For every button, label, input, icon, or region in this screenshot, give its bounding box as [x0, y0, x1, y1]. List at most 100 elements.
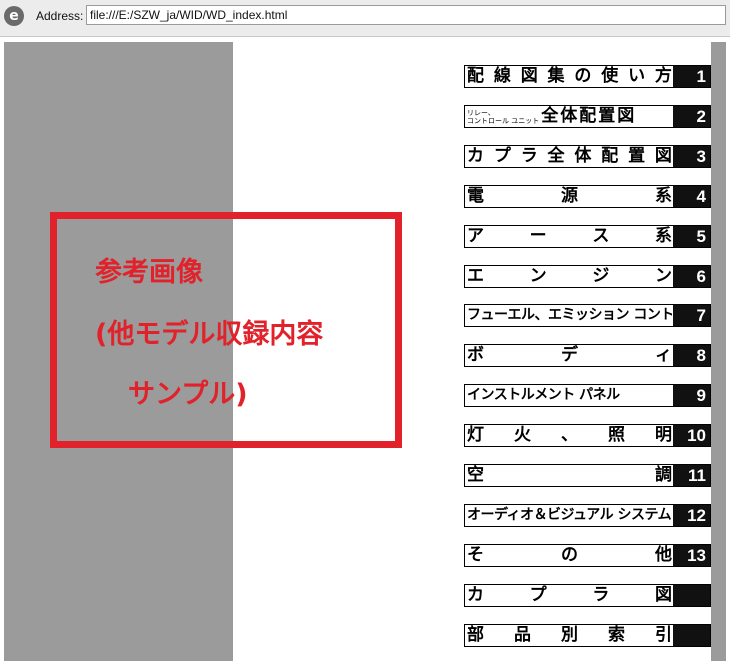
- index-item-number: 4: [673, 186, 710, 207]
- index-item-char: ジ: [592, 266, 610, 286]
- index-item-3[interactable]: カプラ全体配置図3: [464, 145, 711, 168]
- index-item-label: 電源系: [467, 186, 672, 207]
- index-item-char: 照: [608, 425, 625, 445]
- index-item-char: ィ: [655, 345, 672, 365]
- index-item-char: エ: [467, 266, 484, 286]
- index-item-char: 体: [574, 146, 592, 166]
- sample-notice-line-1: 参考画像: [95, 257, 203, 288]
- index-item-char: 図: [520, 66, 538, 86]
- index-item-char: 索: [608, 625, 625, 645]
- index-item-number: 8: [673, 345, 710, 366]
- index-item-char: 図: [654, 146, 672, 166]
- index-item-char: ー: [529, 226, 547, 246]
- index-item-number: 11: [673, 465, 710, 486]
- index-item-1[interactable]: 配線図集の使い方1: [464, 65, 711, 88]
- index-item-label: カプラ全体配置図: [467, 146, 672, 167]
- index-item-label: その他: [467, 545, 672, 566]
- index-item-char: 方: [654, 66, 672, 86]
- index-item-char: 引: [655, 625, 672, 645]
- index-item-label: 配線図集の使い方: [467, 66, 672, 87]
- index-item-char: プ: [529, 585, 547, 605]
- index-item-char: ン: [529, 266, 547, 286]
- index-item-2[interactable]: リレー、 コントロール ユニット 全体配置図 2: [464, 105, 711, 128]
- index-item-char: 灯: [467, 425, 484, 445]
- index-item-sublabel: リレー、 コントロール ユニット: [467, 109, 539, 125]
- index-item-char: 図: [654, 585, 672, 605]
- index-item-char: ボ: [467, 345, 484, 365]
- index-item-14[interactable]: カプラ図: [464, 584, 711, 607]
- index-item-label: ボディ: [467, 345, 672, 366]
- index-item-char: 源: [561, 186, 578, 206]
- sample-notice-line-3: サンプル): [128, 379, 248, 410]
- index-item-number: 13: [673, 545, 710, 566]
- index-item-8[interactable]: ボ デ ィ8: [464, 344, 711, 367]
- index-item-label: 空調: [467, 465, 672, 486]
- address-label: Address:: [36, 9, 84, 23]
- index-item-label: アース系: [467, 226, 672, 247]
- index-item-label: リレー、 コントロール ユニット 全体配置図: [467, 106, 672, 127]
- index-item-number: 12: [673, 505, 710, 526]
- index-item-char: 品: [514, 625, 531, 645]
- index-item-char: デ: [561, 345, 578, 365]
- index-item-number: 10: [673, 425, 710, 446]
- index-item-char: 置: [628, 146, 646, 166]
- index-item-char: い: [628, 66, 646, 86]
- browser-icon[interactable]: e: [4, 6, 24, 26]
- index-item-label: インストルメント パネル: [467, 387, 620, 403]
- index-item-char: ラ: [592, 585, 610, 605]
- index-item-char: 集: [547, 66, 565, 86]
- index-item-char: カ: [467, 585, 484, 605]
- index-item-char: 火: [514, 425, 531, 445]
- index-item-char: 空: [467, 465, 484, 485]
- index-item-10[interactable]: 灯 火 、 照 明 10: [464, 424, 711, 447]
- index-item-char: 線: [493, 66, 511, 86]
- sample-notice-line-2: (他モデル収録内容: [95, 319, 324, 350]
- index-item-char: ラ: [520, 146, 538, 166]
- index-item-char: 電: [467, 186, 484, 206]
- index-item-char: 他: [655, 545, 672, 565]
- index-item-char: 配: [601, 146, 619, 166]
- index-item-number: [673, 625, 710, 646]
- index-item-char: 配: [467, 66, 484, 86]
- index-item-6[interactable]: エンジン6: [464, 265, 711, 288]
- index-item-char: 全: [547, 146, 565, 166]
- index-item-char: 調: [655, 465, 672, 485]
- index-item-char: プ: [493, 146, 511, 166]
- index-item-5[interactable]: ア ー ス 系5: [464, 225, 711, 248]
- index-item-number: [673, 585, 710, 606]
- index-item-char: 明: [655, 425, 672, 445]
- index-item-12[interactable]: オーディオ＆ビジュアル システム 12: [464, 504, 711, 527]
- index-item-number: 2: [673, 106, 710, 127]
- index-item-sublabel-line: コントロール ユニット: [467, 116, 540, 125]
- index-item-char: ン: [654, 266, 672, 286]
- index-item-number: 7: [673, 305, 710, 326]
- index-item-13[interactable]: そ の 他 13: [464, 544, 711, 567]
- index-item-label: フューエル、エミッション コントロール: [467, 307, 672, 323]
- index-item-char: ア: [467, 226, 484, 246]
- index-item-char: の: [561, 545, 578, 565]
- index-item-char: 使: [601, 66, 619, 86]
- index-item-4[interactable]: 電 源 系4: [464, 185, 711, 208]
- index-item-number: 3: [673, 146, 710, 167]
- index-item-label: オーディオ＆ビジュアル システム: [467, 507, 672, 523]
- index-item-char: 、: [561, 425, 578, 445]
- index-item-label: 灯 火 、 照 明: [467, 425, 672, 446]
- index-item-number: 5: [673, 226, 710, 247]
- index-item-sublabel-line: リレー、: [467, 108, 495, 117]
- address-input[interactable]: file:///E:/SZW_ja/WID/WD_index.html: [86, 5, 726, 25]
- index-item-number: 9: [673, 385, 710, 406]
- index-item-label: カプラ図: [467, 585, 672, 606]
- index-item-main-label: 全体配置図: [541, 106, 637, 126]
- address-bar: e Address: file:///E:/SZW_ja/WID/WD_inde…: [0, 0, 730, 37]
- index-item-11[interactable]: 空調 11: [464, 464, 711, 487]
- index-item-label: 部品別索引: [467, 625, 672, 646]
- right-gray-strip: [711, 42, 726, 661]
- index-item-char: の: [574, 66, 592, 86]
- index-item-char: 部: [467, 625, 484, 645]
- index-item-char: 系: [654, 226, 672, 246]
- index-item-9[interactable]: インストルメント パネル 9: [464, 384, 711, 407]
- index-item-char: 系: [655, 186, 672, 206]
- index-item-7[interactable]: フューエル、エミッション コントロール7: [464, 304, 711, 327]
- index-item-char: 別: [561, 625, 578, 645]
- index-item-15[interactable]: 部品別索引: [464, 624, 711, 647]
